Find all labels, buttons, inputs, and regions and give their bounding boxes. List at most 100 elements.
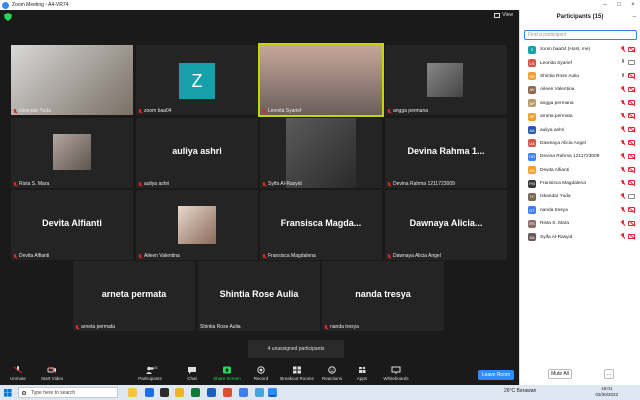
- close-icon[interactable]: ×: [626, 0, 640, 10]
- participant-video-tile[interactable]: Leonita Syarief: [258, 43, 384, 117]
- telegram-icon[interactable]: [255, 388, 264, 397]
- participant-list-item[interactable]: SA Syifa Al-Rasyid: [520, 230, 640, 243]
- security-shield-icon[interactable]: [4, 13, 12, 21]
- participant-name-label: Fransisca Magdalena: [262, 253, 316, 259]
- share-screen-icon: [222, 366, 232, 374]
- participant-video-tile[interactable]: nanda tresya nanda tresya: [322, 261, 444, 331]
- start-video-button[interactable]: Start Video: [32, 366, 72, 381]
- microphone-muted-icon: [620, 126, 625, 132]
- participants-button[interactable]: 15 Participants: [130, 365, 170, 381]
- whiteboards-button[interactable]: Whiteboards: [376, 366, 416, 381]
- weather-widget[interactable]: 26°C Berawan: [504, 388, 536, 394]
- participant-video-tile[interactable]: Dawnaya Alicia... Dawnaya Alicia Angel: [385, 190, 507, 260]
- windows-start-icon[interactable]: [4, 389, 12, 397]
- participant-name-label: Devina Rahma 1211723009: [387, 181, 455, 187]
- participant-video-tile[interactable]: Fransisca Magda... Fransisca Magdalena: [260, 190, 382, 260]
- video-off-icon: [628, 46, 635, 52]
- microphone-muted-icon: [387, 253, 391, 259]
- microphone-muted-icon: [13, 108, 17, 114]
- more-options-button[interactable]: ...: [604, 369, 614, 379]
- edge-browser-icon[interactable]: [145, 388, 154, 397]
- participant-name-text: Leonita Syarief: [268, 108, 302, 114]
- participant-video-tile[interactable]: arneta permata arneta permata: [73, 261, 195, 331]
- participant-name: Aileen Valentina: [540, 87, 575, 93]
- participant-list-item[interactable]: Zzoom baa04 (Host, me): [520, 43, 640, 56]
- participant-name: Syifa Al-Rasyid: [540, 234, 573, 240]
- participant-status-icons: [620, 193, 635, 199]
- store-icon[interactable]: [160, 388, 169, 397]
- video-off-icon: [628, 113, 635, 119]
- participant-video-tile[interactable]: Devina Rahma 1... Devina Rahma 1211723009: [385, 118, 507, 188]
- participant-video-tile[interactable]: Shintia Rose Aulia Shintia Rose Aulia: [198, 261, 320, 331]
- unassigned-participants-notice[interactable]: 4 unassigned participants: [248, 340, 344, 358]
- microphone-muted-icon: [262, 253, 266, 259]
- zoom-taskbar-icon[interactable]: [268, 388, 277, 397]
- microphone-muted-icon: [620, 193, 625, 199]
- participant-avatar: SR: [528, 72, 536, 81]
- participant-video-tile[interactable]: Rista S. Mara: [11, 118, 133, 188]
- find-participant-input[interactable]: Find a participant: [524, 30, 637, 40]
- participant-status-icons: [620, 59, 635, 65]
- video-camera-off-icon: [47, 366, 57, 374]
- participant-video-tile[interactable]: Syifa Al-Rasyid: [260, 118, 382, 188]
- participant-video-tile[interactable]: Zzoom baa04: [136, 45, 258, 115]
- microphone-muted-icon: [138, 181, 142, 187]
- maximize-icon[interactable]: □: [612, 0, 626, 10]
- participant-name-text: Devina Rahma 1211723009: [393, 181, 455, 187]
- breakout-rooms-icon: [292, 366, 302, 374]
- participant-list-item[interactable]: DA Dawnaya Alicia Angel: [520, 137, 640, 150]
- chat-button[interactable]: Chat: [172, 366, 212, 381]
- record-button[interactable]: Record: [241, 366, 281, 381]
- participant-list-item[interactable]: AA auliya ashri: [520, 123, 640, 136]
- participant-name-text: angga permana: [393, 108, 429, 114]
- participant-list-item[interactable]: LS Leonita Syarief: [520, 56, 640, 69]
- participant-status-icons: [620, 233, 635, 239]
- participant-avatar: AP: [528, 99, 536, 108]
- mute-all-button[interactable]: Mute All: [548, 369, 572, 379]
- video-off-icon: [628, 220, 635, 226]
- participant-name: nanda tresya: [540, 207, 568, 213]
- grid-view-icon: [494, 12, 501, 18]
- participant-status-icons: [620, 206, 635, 213]
- file-explorer-icon[interactable]: [175, 388, 184, 397]
- window-title: Zoom Meeting - A4-VR74: [12, 2, 69, 8]
- participant-list-item[interactable]: SR Shintia Rose Aulia: [520, 70, 640, 83]
- participant-list-item[interactable]: NT nanda tresya: [520, 204, 640, 217]
- participant-avatar: IY: [528, 192, 536, 201]
- participant-list-item[interactable]: RS Rista S. Mara: [520, 217, 640, 230]
- participant-display-name: arneta permata: [101, 289, 167, 299]
- participant-video-tile[interactable]: auliya ashri auliya ashri: [136, 118, 258, 188]
- participant-name-label: Shintia Rose Aulia: [200, 324, 241, 330]
- participant-list-item[interactable]: AP arneta permata: [520, 110, 640, 123]
- zoom-logo-icon: [2, 1, 9, 9]
- minimize-icon[interactable]: –: [598, 0, 612, 10]
- participant-video-tile[interactable]: Aileen Valentina: [136, 190, 258, 260]
- participant-status-icons: [620, 86, 635, 92]
- participant-list-item[interactable]: IY Iskandar Yuda: [520, 190, 640, 203]
- participant-video-tile[interactable]: Iskandar Yuda: [11, 45, 133, 115]
- taskview-app-icon[interactable]: [128, 388, 137, 397]
- participant-name: Iskandar Yuda: [540, 194, 571, 200]
- chrome-icon[interactable]: [239, 388, 248, 397]
- view-button[interactable]: View: [494, 12, 513, 18]
- microphone-muted-icon: [620, 166, 625, 173]
- powerpoint-icon[interactable]: [223, 388, 232, 397]
- taskbar-search-box[interactable]: Type here to search: [18, 387, 118, 398]
- microphone-muted-icon: [262, 181, 266, 187]
- participant-list-item[interactable]: AV Aileen Valentina: [520, 83, 640, 96]
- word-icon[interactable]: [207, 388, 216, 397]
- taskbar-clock[interactable]: 19:01 03/30/2023: [595, 386, 618, 398]
- microphone-muted-icon: [387, 181, 391, 187]
- whiteboard-icon: [391, 366, 401, 374]
- participant-video-tile[interactable]: angga permana: [385, 45, 507, 115]
- participant-video-tile[interactable]: Devita Alfianti Devita Alfianti: [11, 190, 133, 260]
- participant-list-item[interactable]: DA Devita Alfianti: [520, 164, 640, 177]
- panel-minimize-icon[interactable]: –: [633, 14, 636, 20]
- leave-room-button[interactable]: Leave Room: [478, 370, 514, 380]
- video-off-icon: [628, 73, 635, 79]
- excel-icon[interactable]: [191, 388, 200, 397]
- video-off-icon: [628, 153, 635, 159]
- participant-list-item[interactable]: AP angga permana: [520, 97, 640, 110]
- participant-list-item[interactable]: FM Fransisca Magdalena: [520, 177, 640, 190]
- participant-list-item[interactable]: DR Devina Rahma 1211723009: [520, 150, 640, 163]
